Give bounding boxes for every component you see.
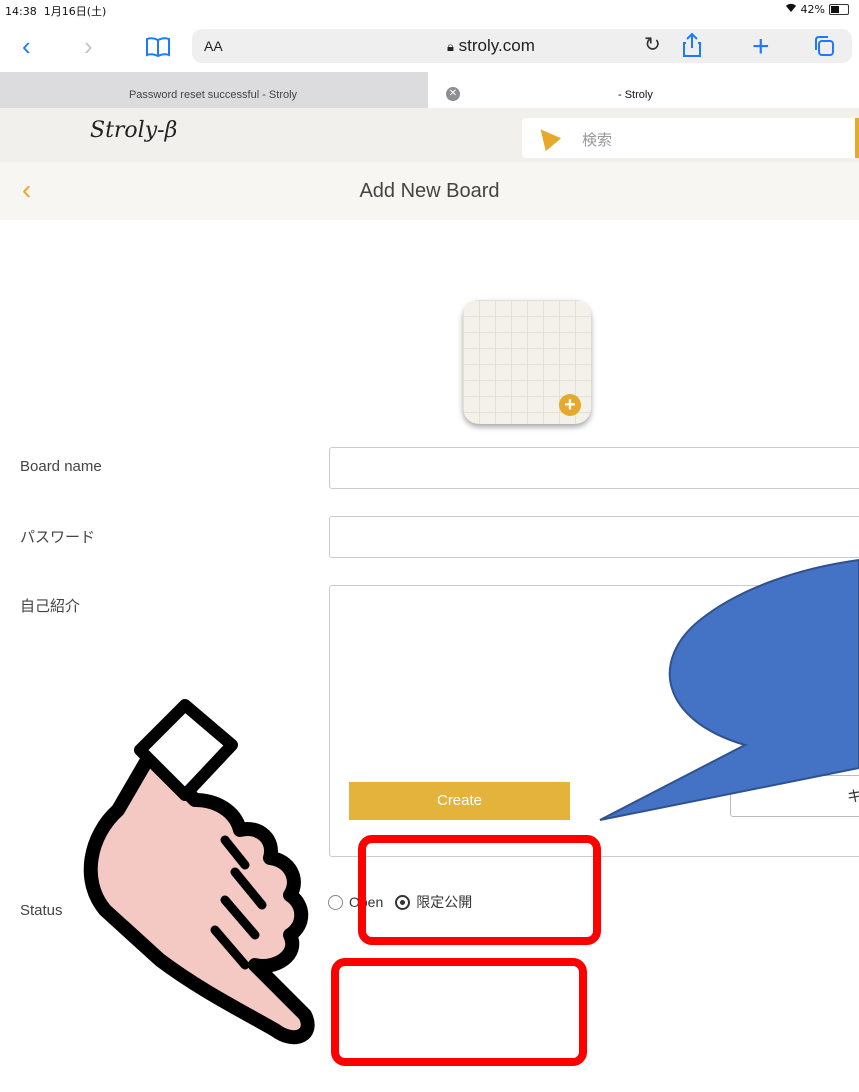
highlight-status-box	[358, 835, 601, 945]
highlight-create-box	[331, 958, 587, 1066]
speech-bubble-callout	[599, 558, 859, 821]
pointing-hand-icon	[83, 699, 315, 1045]
